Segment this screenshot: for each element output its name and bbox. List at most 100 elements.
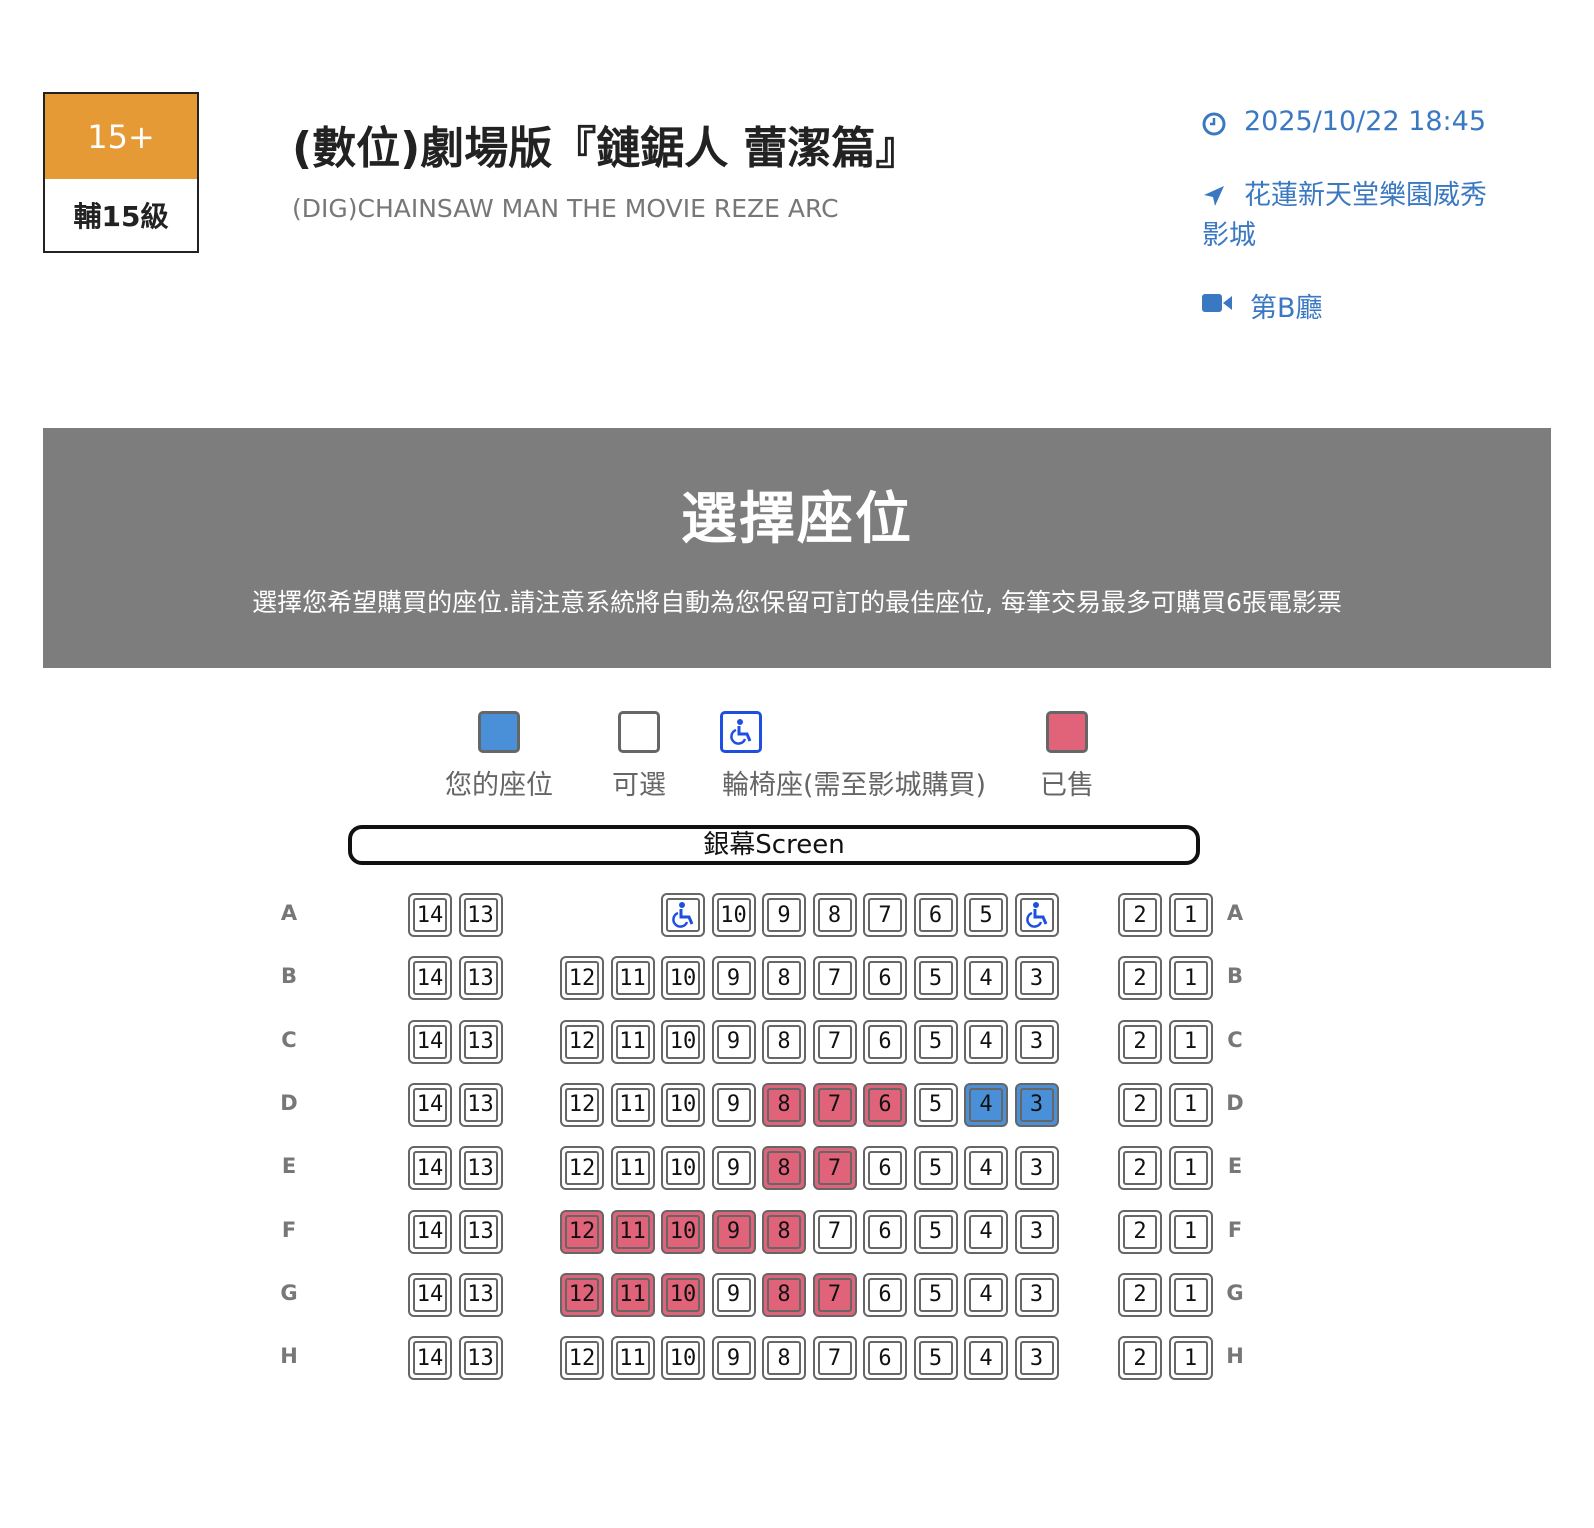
seat-number: 11 (619, 965, 646, 991)
seat-g-1[interactable]: 1 (1168, 1272, 1213, 1317)
seat-h-14[interactable]: 14 (408, 1336, 452, 1381)
seat-f-3[interactable]: 3 (1014, 1209, 1059, 1254)
seat-c-10[interactable]: 10 (661, 1019, 705, 1064)
seat-e-2[interactable]: 2 (1118, 1146, 1162, 1191)
seat-d-2[interactable]: 2 (1118, 1082, 1162, 1127)
seat-e-14[interactable]: 14 (408, 1146, 452, 1191)
seat-g-4[interactable]: 4 (964, 1272, 1008, 1317)
seat-a-10[interactable]: 10 (711, 893, 756, 937)
seat-d-13[interactable]: 13 (458, 1082, 503, 1127)
seat-a-2[interactable]: 2 (1118, 893, 1162, 937)
seat-c-8[interactable]: 8 (762, 1019, 806, 1064)
seat-h-8[interactable]: 8 (762, 1336, 806, 1381)
seat-e-4[interactable]: 4 (964, 1146, 1008, 1191)
seat-h-5[interactable]: 5 (913, 1336, 958, 1381)
seat-a-9[interactable]: 9 (762, 893, 806, 937)
seat-d-9[interactable]: 9 (711, 1082, 756, 1127)
seat-a-6[interactable]: 6 (913, 893, 958, 937)
seat-c-2[interactable]: 2 (1118, 1019, 1162, 1064)
seat-c-11[interactable]: 11 (610, 1019, 655, 1064)
seat-c-13[interactable]: 13 (458, 1019, 503, 1064)
seat-a-13[interactable]: 13 (458, 893, 503, 937)
seat-a-7[interactable]: 7 (863, 893, 907, 937)
seat-f-4[interactable]: 4 (964, 1209, 1008, 1254)
seat-h-13[interactable]: 13 (458, 1336, 503, 1381)
seat-g-3[interactable]: 3 (1014, 1272, 1059, 1317)
seat-e-11[interactable]: 11 (610, 1146, 655, 1191)
seat-f-2[interactable]: 2 (1118, 1209, 1162, 1254)
seat-h-1[interactable]: 1 (1168, 1336, 1213, 1381)
seat-b-4[interactable]: 4 (964, 956, 1008, 1001)
seat-g-9[interactable]: 9 (711, 1272, 756, 1317)
seat-d-4[interactable]: 4 (964, 1082, 1008, 1127)
seat-b-2[interactable]: 2 (1118, 956, 1162, 1001)
seat-a-wheelchair[interactable] (661, 893, 705, 937)
seat-f-6[interactable]: 6 (863, 1209, 907, 1254)
seat-a-wheelchair[interactable] (1014, 893, 1059, 937)
seat-e-1[interactable]: 1 (1168, 1146, 1213, 1191)
seat-e-9[interactable]: 9 (711, 1146, 756, 1191)
seat-b-8[interactable]: 8 (762, 956, 806, 1001)
seat-b-7[interactable]: 7 (812, 956, 857, 1001)
seat-a-1[interactable]: 1 (1168, 893, 1213, 937)
seat-e-5[interactable]: 5 (913, 1146, 958, 1191)
seat-f-13[interactable]: 13 (458, 1209, 503, 1254)
seat-b-13[interactable]: 13 (458, 956, 503, 1001)
seat-e-10[interactable]: 10 (661, 1146, 705, 1191)
seat-b-1[interactable]: 1 (1168, 956, 1213, 1001)
seat-c-6[interactable]: 6 (863, 1019, 907, 1064)
seat-h-2[interactable]: 2 (1118, 1336, 1162, 1381)
seat-g-5[interactable]: 5 (913, 1272, 958, 1317)
seat-b-10[interactable]: 10 (661, 956, 705, 1001)
seat-number: 9 (726, 1029, 741, 1055)
seat-f-5[interactable]: 5 (913, 1209, 958, 1254)
seat-h-11[interactable]: 11 (610, 1336, 655, 1381)
seat-e-3[interactable]: 3 (1014, 1146, 1059, 1191)
seat-h-7[interactable]: 7 (812, 1336, 857, 1381)
seat-number: 3 (1029, 1029, 1044, 1055)
seat-b-3[interactable]: 3 (1014, 956, 1059, 1001)
seat-c-5[interactable]: 5 (913, 1019, 958, 1064)
seat-c-3[interactable]: 3 (1014, 1019, 1059, 1064)
seat-g-2[interactable]: 2 (1118, 1272, 1162, 1317)
seat-b-5[interactable]: 5 (913, 956, 958, 1001)
seat-h-12[interactable]: 12 (560, 1336, 604, 1381)
seat-d-5[interactable]: 5 (913, 1082, 958, 1127)
seat-b-11[interactable]: 11 (610, 956, 655, 1001)
seat-d-11[interactable]: 11 (610, 1082, 655, 1127)
seat-e-12[interactable]: 12 (560, 1146, 604, 1191)
seat-h-9[interactable]: 9 (711, 1336, 756, 1381)
seat-a-14[interactable]: 14 (408, 893, 452, 937)
seat-h-10[interactable]: 10 (661, 1336, 705, 1381)
seat-g-6[interactable]: 6 (863, 1272, 907, 1317)
seat-d-1[interactable]: 1 (1168, 1082, 1213, 1127)
seat-g-13[interactable]: 13 (458, 1272, 503, 1317)
seat-c-12[interactable]: 12 (560, 1019, 604, 1064)
seat-f-14[interactable]: 14 (408, 1209, 452, 1254)
seat-h-6[interactable]: 6 (863, 1336, 907, 1381)
seat-c-14[interactable]: 14 (408, 1019, 452, 1064)
seat-d-14[interactable]: 14 (408, 1082, 452, 1127)
seat-b-9[interactable]: 9 (711, 956, 756, 1001)
seat-c-9[interactable]: 9 (711, 1019, 756, 1064)
seat-h-3[interactable]: 3 (1014, 1336, 1059, 1381)
seat-h-4[interactable]: 4 (964, 1336, 1008, 1381)
seat-b-12[interactable]: 12 (560, 956, 604, 1001)
seat-g-14[interactable]: 14 (408, 1272, 452, 1317)
seat-b-14[interactable]: 14 (408, 956, 452, 1001)
seat-e-6[interactable]: 6 (863, 1146, 907, 1191)
seat-d-3[interactable]: 3 (1014, 1082, 1059, 1127)
seat-d-12[interactable]: 12 (560, 1082, 604, 1127)
seat-b-6[interactable]: 6 (863, 956, 907, 1001)
seat-f-1[interactable]: 1 (1168, 1209, 1213, 1254)
seat-c-4[interactable]: 4 (964, 1019, 1008, 1064)
row-label-g-right: G (1226, 1280, 1244, 1305)
seat-d-10[interactable]: 10 (661, 1082, 705, 1127)
seat-f-7[interactable]: 7 (812, 1209, 857, 1254)
seat-a-5[interactable]: 5 (964, 893, 1008, 937)
seat-a-8[interactable]: 8 (812, 893, 857, 937)
seat-g-12: 12 (560, 1272, 604, 1317)
seat-e-13[interactable]: 13 (458, 1146, 503, 1191)
seat-c-7[interactable]: 7 (812, 1019, 857, 1064)
seat-c-1[interactable]: 1 (1168, 1019, 1213, 1064)
